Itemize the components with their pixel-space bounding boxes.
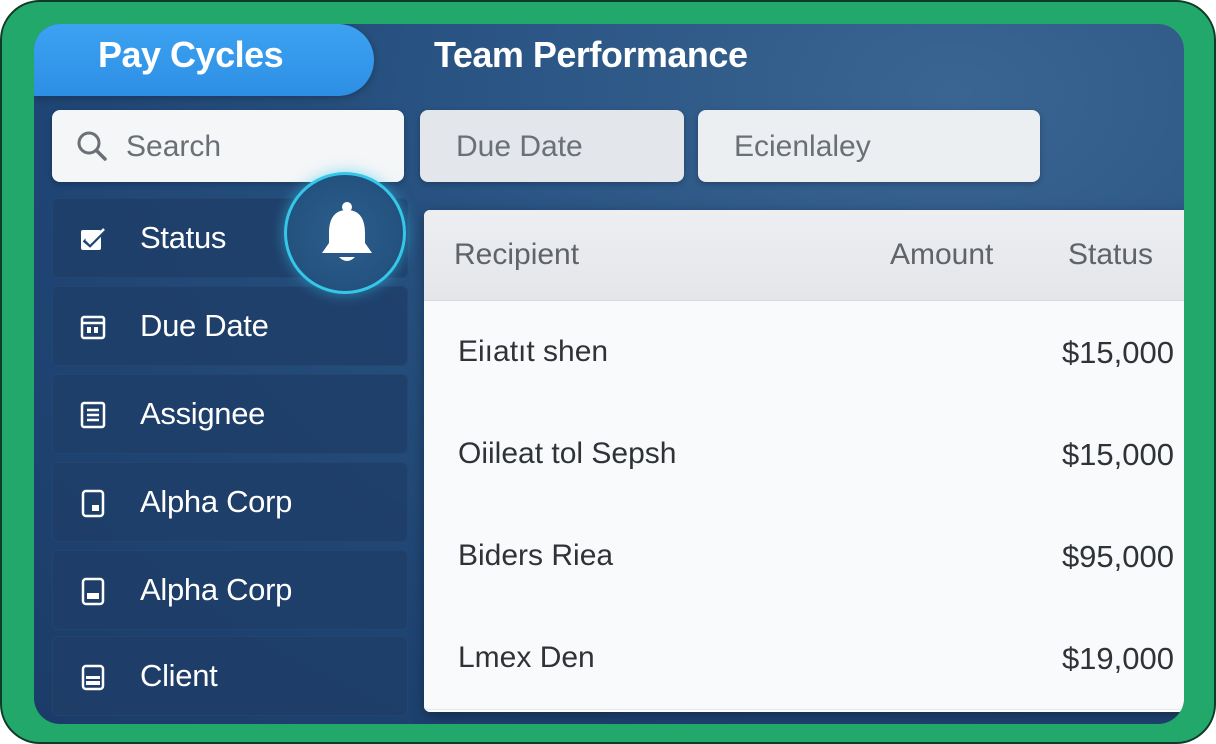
- payments-table: Recipient Amount Status Eiıatıt shen $15…: [424, 210, 1184, 712]
- amount-cell: $15,000: [1061, 437, 1174, 472]
- app-screen: Pay Cycles Team Performance Search Due D…: [34, 24, 1184, 724]
- list-icon: [80, 401, 106, 429]
- tab-team-performance[interactable]: Team Performance: [434, 34, 748, 76]
- due-date-filter-label: Due Date: [456, 130, 583, 163]
- document-icon: [81, 489, 105, 518]
- device-frame: Pay Cycles Team Performance Search Due D…: [0, 0, 1216, 744]
- sidebar-item-assignee[interactable]: Assignee: [52, 374, 408, 454]
- tab-pay-cycles-label: Pay Cycles: [98, 34, 284, 75]
- notification-button[interactable]: [284, 172, 406, 294]
- sidebar-item-label: Alpha Corp: [140, 572, 293, 607]
- amount-cell: $19,000: [1061, 641, 1174, 676]
- recipient-cell: Lmex Den: [458, 641, 595, 674]
- extra-filter[interactable]: Ecienlaley: [698, 110, 1040, 182]
- column-header-status[interactable]: Status: [1068, 238, 1153, 272]
- sidebar-item-alpha-corp[interactable]: Alpha Corp: [52, 550, 408, 630]
- document-icon: [81, 577, 105, 606]
- amount-cell: $15,000: [1061, 335, 1174, 370]
- table-row[interactable]: Biders Riea $95,000: [424, 505, 1184, 608]
- table-row[interactable]: Lmex Den $19,000: [424, 607, 1184, 710]
- search-icon: [77, 131, 107, 161]
- sidebar-item-label: Alpha Corp: [140, 484, 293, 519]
- recipient-cell: Oiileat tol Sepsh: [458, 437, 677, 470]
- column-header-amount[interactable]: Amount: [890, 238, 993, 272]
- due-date-filter[interactable]: Due Date: [420, 110, 684, 182]
- amount-cell: $95,000: [1061, 539, 1174, 574]
- recipient-cell: Biders Riea: [458, 539, 614, 572]
- sidebar-item-label: Status: [140, 220, 227, 255]
- table-header: Recipient Amount Status: [424, 210, 1184, 301]
- sidebar-item-label: Assignee: [140, 396, 266, 431]
- sidebar-item-due-date[interactable]: Due Date: [52, 286, 408, 366]
- search-input[interactable]: Search: [52, 110, 404, 182]
- sidebar-item-client[interactable]: Client: [52, 636, 408, 716]
- table-row[interactable]: Oiileat tol Sepsh $15,000: [424, 403, 1184, 506]
- checkbox-icon: [81, 228, 107, 250]
- recipient-cell: Eiıatıt shen: [458, 335, 609, 368]
- sidebar-item-label: Due Date: [140, 308, 269, 343]
- extra-filter-label: Ecienlaley: [734, 130, 871, 163]
- sidebar-item-label: Client: [140, 658, 218, 693]
- column-header-recipient[interactable]: Recipient: [454, 238, 579, 272]
- tab-pay-cycles[interactable]: Pay Cycles: [34, 24, 374, 96]
- search-placeholder: Search: [126, 130, 222, 163]
- calendar-icon: [80, 315, 106, 340]
- table-row[interactable]: Eiıatıt shen $15,000: [424, 301, 1184, 404]
- sidebar-item-alpha-corp[interactable]: Alpha Corp: [52, 462, 408, 542]
- card-icon: [81, 664, 105, 691]
- bell-icon: [322, 202, 372, 261]
